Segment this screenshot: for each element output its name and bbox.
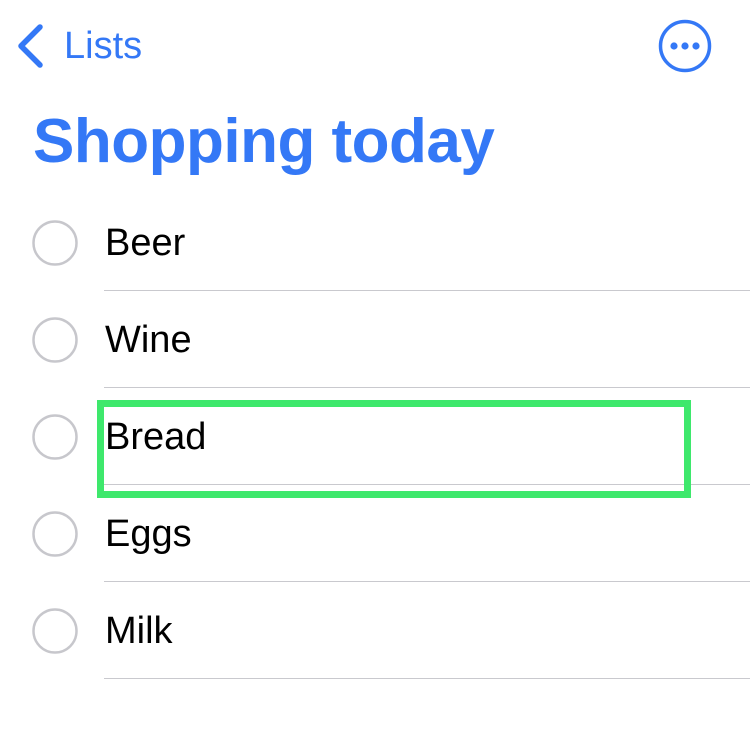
checkbox-circle-icon[interactable] (32, 511, 78, 557)
reminder-list: Beer Wine Bread Eggs Milk (0, 194, 750, 679)
checkbox-circle-icon[interactable] (32, 608, 78, 654)
list-item-label[interactable]: Wine (105, 317, 192, 363)
row-separator (104, 678, 750, 679)
ellipsis-circle-icon (658, 19, 712, 73)
checkbox-circle-icon[interactable] (32, 317, 78, 363)
list-item[interactable]: Wine (0, 291, 750, 388)
checkbox-circle-icon[interactable] (32, 220, 78, 266)
list-item-label[interactable]: Milk (105, 608, 173, 654)
navigation-bar: Lists (0, 0, 750, 92)
list-item-label[interactable]: Bread (105, 414, 206, 460)
list-item[interactable]: Milk (0, 582, 750, 679)
list-item-label[interactable]: Beer (105, 220, 185, 266)
list-item[interactable]: Bread (0, 388, 750, 485)
list-item[interactable]: Beer (0, 194, 750, 291)
list-title: Shopping today (33, 107, 495, 176)
more-options-button[interactable] (658, 19, 712, 73)
chevron-left-icon (14, 23, 46, 69)
back-button[interactable]: Lists (14, 20, 142, 72)
back-button-label: Lists (64, 25, 143, 67)
list-item[interactable]: Eggs (0, 485, 750, 582)
list-item-label[interactable]: Eggs (105, 511, 192, 557)
checkbox-circle-icon[interactable] (32, 414, 78, 460)
